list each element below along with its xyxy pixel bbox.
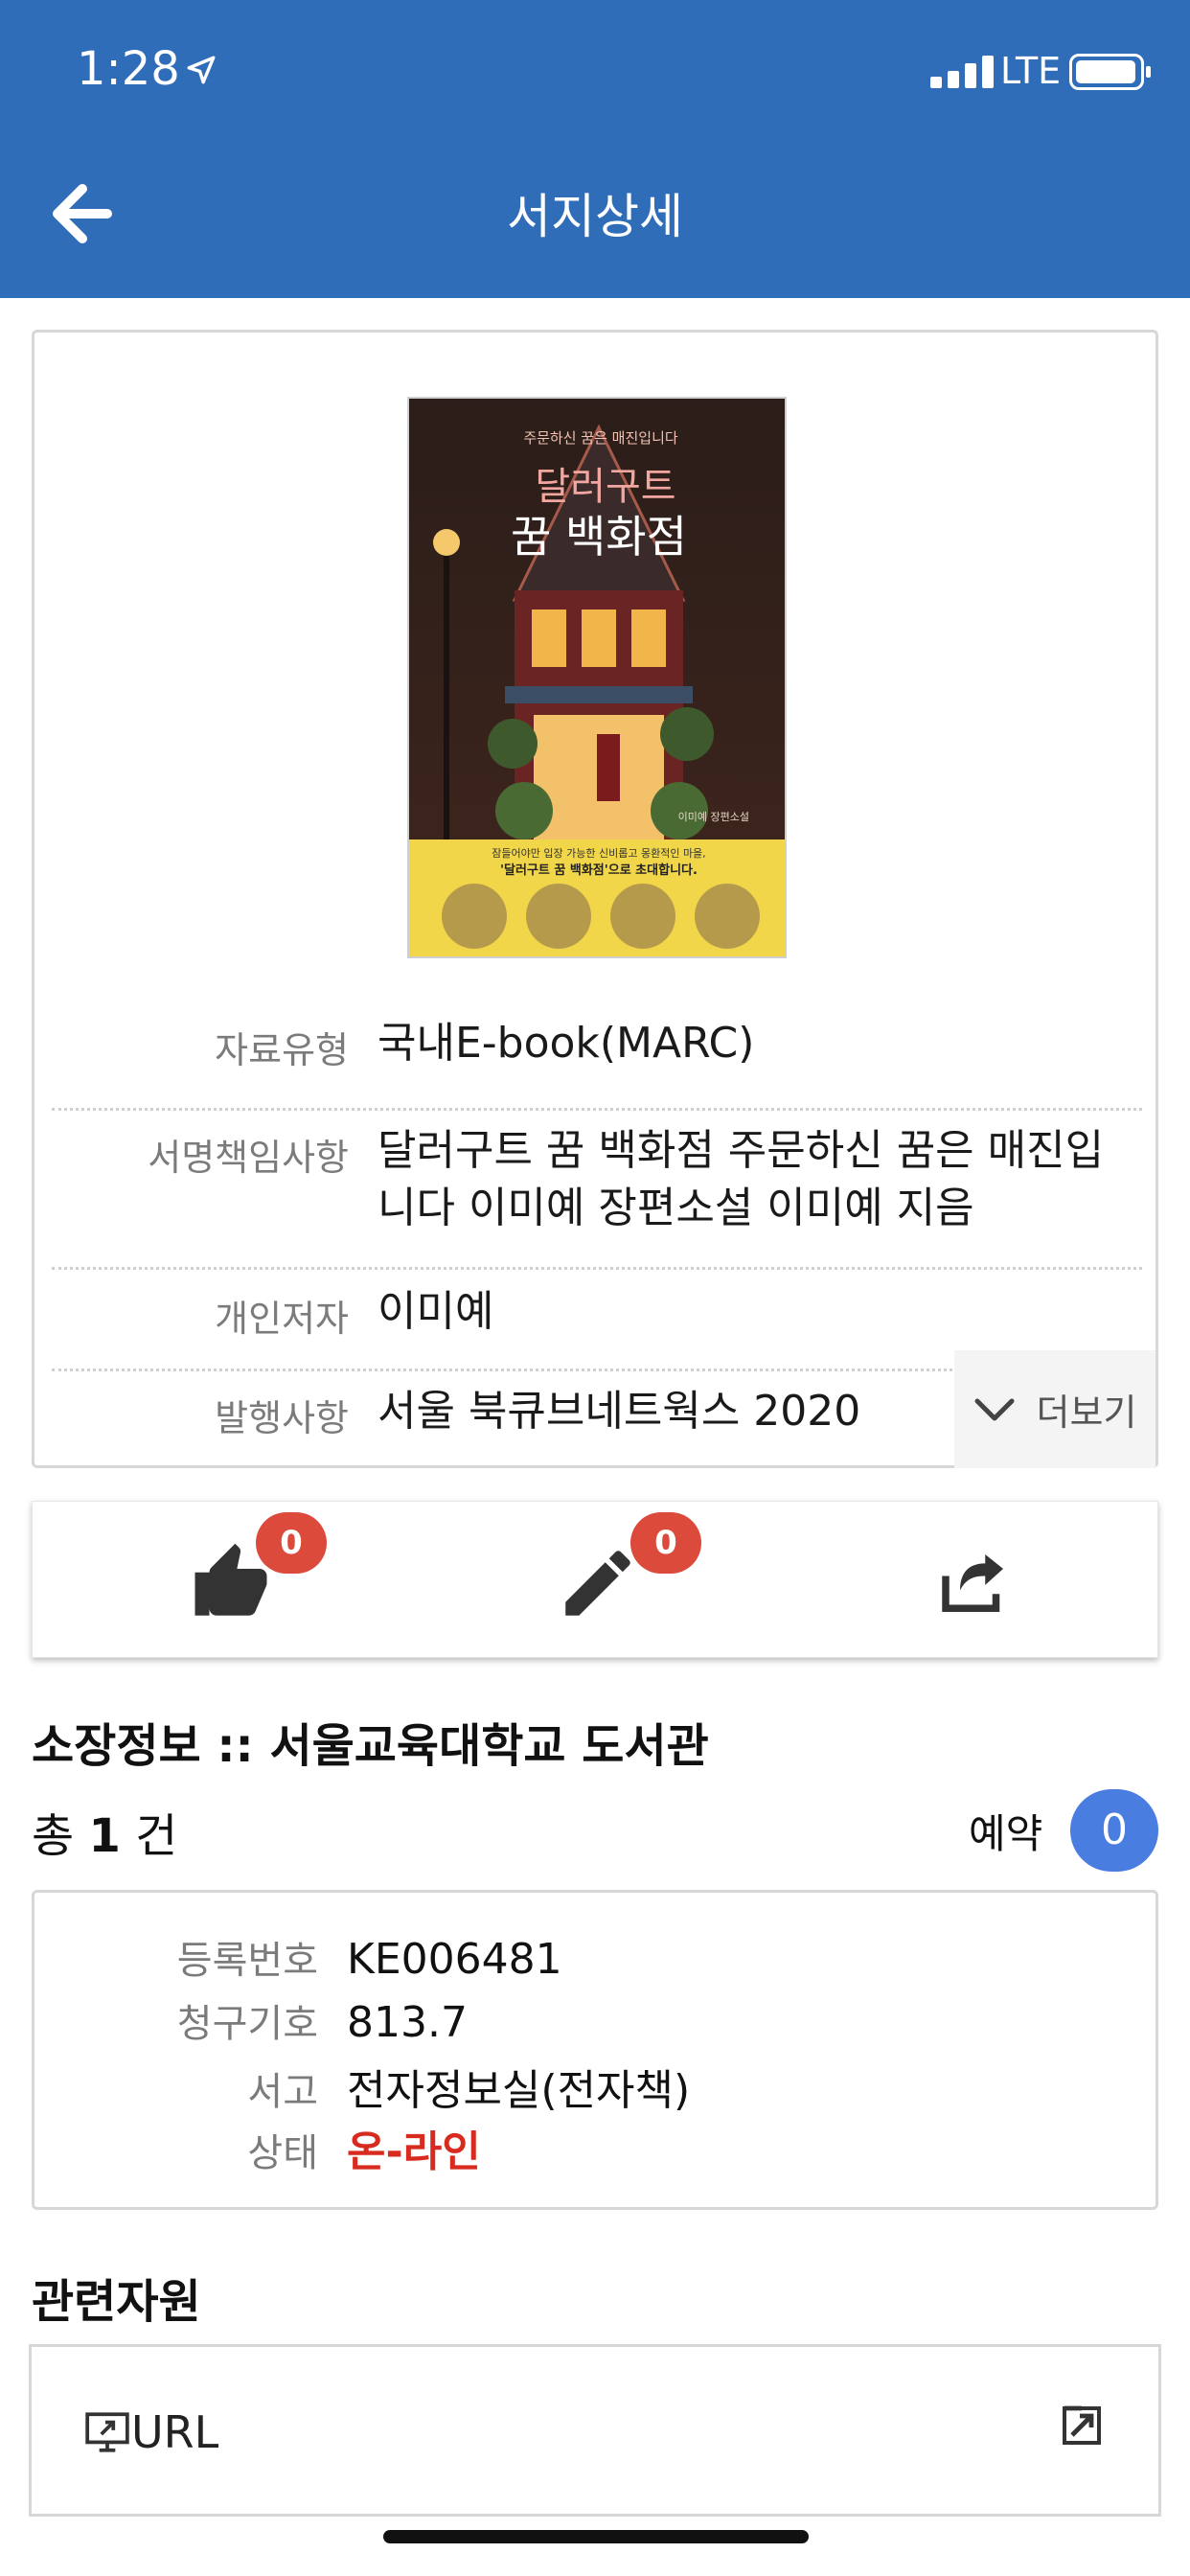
home-indicator[interactable] — [383, 2530, 809, 2543]
cover-seal — [526, 884, 591, 949]
holding-label: 등록번호 — [176, 1939, 318, 1983]
total-suffix: 건 — [135, 1809, 178, 1863]
registration-number: KE006481 — [347, 1935, 562, 1984]
holding-item-card: 등록번호 KE006481 청구기호 813.7 서고 전자정보실(전자책) 상… — [32, 1890, 1158, 2210]
holding-label: 서고 — [247, 2070, 318, 2114]
holding-row-status: 상태 온-라인 — [34, 2117, 1161, 2178]
app-header: 1:28 LTE 서지상세 — [0, 0, 1190, 298]
url-label: URL — [131, 2406, 219, 2458]
meta-label: 서명책임사항 — [148, 1137, 349, 1179]
holding-row-reg-no: 등록번호 KE006481 — [34, 1929, 1161, 1985]
action-bar: 0 0 — [32, 1501, 1158, 1658]
cover-tagline-2: '달러구트 꿈 백화점'으로 초대합니다. — [500, 862, 698, 878]
share-button[interactable] — [931, 1540, 1018, 1626]
holdings-total: 총 1 건 — [32, 1798, 177, 1865]
meta-label: 개인저자 — [215, 1298, 349, 1340]
more-button[interactable]: 더보기 — [954, 1350, 1156, 1468]
book-cover-image: 주문하신 꿈은 매진입니다 달러구트 꿈 백화점 이미예 장편소설 잠들어야만 … — [407, 397, 787, 958]
share-icon — [942, 1554, 1003, 1612]
write-review-button[interactable] — [555, 1540, 641, 1626]
signal-strength-icon — [930, 56, 995, 88]
like-count-badge: 0 — [256, 1512, 327, 1574]
cover-seal — [610, 884, 675, 949]
external-link-icon[interactable] — [1059, 2403, 1105, 2449]
holding-row-location: 서고 전자정보실(전자책) — [34, 2056, 1161, 2117]
holding-label: 청구기호 — [176, 2002, 318, 2046]
cover-seal — [442, 884, 507, 949]
meta-value: 국내E-book(MARC) — [378, 1019, 755, 1068]
pencil-icon — [565, 1551, 630, 1616]
holdings-title: 소장정보 :: 서울교육대학교 도서관 — [32, 1719, 709, 1773]
related-resource-card: URL — [29, 2344, 1161, 2517]
meta-row-title: 서명책임사항 달러구트 꿈 백화점 주문하신 꿈은 매진입니다 이미예 장편소설… — [52, 1122, 1142, 1270]
battery-icon — [1069, 54, 1151, 90]
chevron-down-icon — [974, 1398, 1015, 1420]
total-count: 1 — [88, 1809, 121, 1863]
holding-label: 상태 — [247, 2131, 318, 2175]
url-link[interactable]: URL — [83, 2406, 218, 2458]
reserve-count-button[interactable]: 0 — [1070, 1789, 1158, 1872]
book-cover-art: 주문하신 꿈은 매진입니다 달러구트 꿈 백화점 이미예 장편소설 잠들어야만 … — [409, 399, 785, 956]
bibliographic-card: 주문하신 꿈은 매진입니다 달러구트 꿈 백화점 이미예 장편소설 잠들어야만 … — [32, 330, 1158, 1468]
meta-value: 달러구트 꿈 백화점 주문하신 꿈은 매진입니다 이미예 장편소설 이미예 지음 — [378, 1126, 1105, 1232]
meta-label: 발행사항 — [215, 1397, 349, 1439]
cover-top-text: 주문하신 꿈은 매진입니다 — [523, 429, 678, 447]
cover-author-note: 이미예 장편소설 — [678, 811, 749, 823]
page-title: 서지상세 — [507, 189, 683, 244]
meta-row-type: 자료유형 국내E-book(MARC) — [52, 1015, 1142, 1111]
cover-tagline-1: 잠들어야만 입장 가능한 신비롭고 몽환적인 마을, — [492, 847, 705, 860]
status-badge: 온-라인 — [347, 2128, 481, 2176]
holding-row-call-no: 청구기호 813.7 — [34, 1992, 1161, 2048]
cover-seal — [695, 884, 760, 949]
cover-title-line2: 꿈 백화점 — [511, 511, 687, 563]
more-label: 더보기 — [1036, 1392, 1137, 1434]
review-count-badge: 0 — [630, 1512, 701, 1574]
monitor-link-icon — [85, 2412, 129, 2452]
total-prefix: 총 — [32, 1809, 75, 1863]
location-arrow-icon — [187, 56, 216, 84]
status-time: 1:28 — [77, 42, 180, 96]
location: 전자정보실(전자책) — [347, 2066, 691, 2115]
related-title: 관련자원 — [32, 2275, 201, 2329]
cover-title-line1: 달러구트 — [535, 465, 675, 509]
call-number: 813.7 — [347, 1998, 468, 2047]
reserve-label: 예약 — [969, 1810, 1043, 1857]
network-type: LTE — [1000, 50, 1062, 92]
meta-label: 자료유형 — [215, 1029, 349, 1071]
